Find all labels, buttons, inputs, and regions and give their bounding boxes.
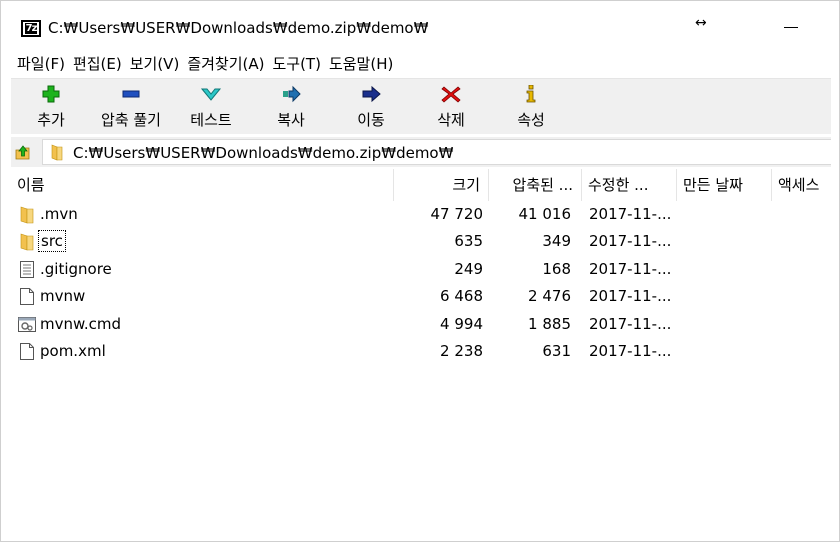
folder-icon <box>20 233 34 251</box>
folder-icon <box>20 206 34 224</box>
column-header-accessed[interactable]: 액세스 <box>772 169 831 201</box>
copy-label: 복사 <box>277 111 305 129</box>
copy-arrow-icon <box>283 85 301 103</box>
address-path: C:₩Users₩USER₩Downloads₩demo.zip₩demo₩ <box>73 144 454 162</box>
minus-icon <box>122 90 140 98</box>
info-icon <box>526 85 536 103</box>
delete-label: 삭제 <box>437 111 465 129</box>
file-list: .mvn 47 720 41 016 2017-11-... src 635 3… <box>11 201 831 365</box>
plus-icon <box>42 85 60 103</box>
file-size: 6 468 <box>440 287 483 306</box>
check-icon <box>200 88 222 101</box>
focused-file-name: src <box>38 230 66 253</box>
file-packed-size: 168 <box>542 259 571 278</box>
minimize-icon[interactable] <box>784 27 798 28</box>
table-row[interactable]: mvnw 6 468 2 476 2017-11-... <box>11 283 831 310</box>
file-name: .gitignore <box>40 259 112 278</box>
column-header-size[interactable]: 크기 <box>394 169 489 201</box>
menu-edit[interactable]: 편집(E) <box>69 51 126 77</box>
extract-label: 압축 풀기 <box>101 111 161 129</box>
folder-icon <box>51 144 63 161</box>
app-7zip-icon: 7z <box>21 20 41 37</box>
resize-icon[interactable]: ↔ <box>695 15 707 31</box>
file-packed-size: 1 885 <box>528 314 571 333</box>
move-button[interactable]: 이동 <box>331 79 411 135</box>
test-button[interactable]: 테스트 <box>171 79 251 135</box>
app-window: 7z C:₩Users₩USER₩Downloads₩demo.zip₩demo… <box>0 0 840 542</box>
file-packed-size: 2 476 <box>528 287 571 306</box>
table-row[interactable]: src 635 349 2017-11-... <box>11 228 831 255</box>
move-label: 이동 <box>357 111 385 129</box>
file-name: mvnw <box>40 287 86 306</box>
blank-file-icon <box>20 288 34 306</box>
text-file-icon <box>20 260 34 278</box>
list-header: 이름 크기 압축된 ... 수정한 ... 만든 날짜 액세스 <box>11 169 831 201</box>
delete-button[interactable]: 삭제 <box>411 79 491 135</box>
file-modified: 2017-11-... <box>589 232 672 251</box>
file-packed-size: 349 <box>542 232 571 251</box>
file-name: src <box>38 228 66 255</box>
file-size: 47 720 <box>430 205 484 223</box>
table-row[interactable]: .mvn 47 720 41 016 2017-11-... <box>11 201 831 228</box>
move-arrow-icon <box>362 85 381 103</box>
add-label: 추가 <box>37 111 65 129</box>
table-row[interactable]: mvnw.cmd 4 994 1 885 2017-11-... <box>11 311 831 338</box>
menu-bar: 파일(F) 편집(E) 보기(V) 즐겨찾기(A) 도구(T) 도움말(H) <box>1 51 397 77</box>
menu-view[interactable]: 보기(V) <box>126 51 184 77</box>
file-size: 249 <box>454 259 483 278</box>
file-size: 635 <box>454 232 483 251</box>
file-name: pom.xml <box>40 341 106 360</box>
file-packed-size: 41 016 <box>518 205 572 223</box>
properties-button[interactable]: 속성 <box>491 79 571 135</box>
menu-file[interactable]: 파일(F) <box>13 51 69 77</box>
file-modified: 2017-11-... <box>589 287 672 306</box>
menu-tools[interactable]: 도구(T) <box>268 51 324 77</box>
test-label: 테스트 <box>190 111 232 129</box>
table-row[interactable]: .gitignore 249 168 2017-11-... <box>11 256 831 283</box>
gear-file-icon <box>18 316 36 332</box>
delete-x-icon <box>441 86 461 103</box>
window-title: C:₩Users₩USER₩Downloads₩demo.zip₩demo₩ <box>48 19 429 37</box>
file-modified: 2017-11-... <box>589 205 672 223</box>
file-modified: 2017-11-... <box>589 341 672 360</box>
column-header-created[interactable]: 만든 날짜 <box>677 169 772 201</box>
address-bar: C:₩Users₩USER₩Downloads₩demo.zip₩demo₩ <box>11 137 831 167</box>
column-header-modified[interactable]: 수정한 ... <box>582 169 677 201</box>
file-modified: 2017-11-... <box>589 314 672 333</box>
address-input[interactable]: C:₩Users₩USER₩Downloads₩demo.zip₩demo₩ <box>42 139 831 165</box>
file-name: mvnw.cmd <box>40 314 122 333</box>
menu-help[interactable]: 도움말(H) <box>325 51 397 77</box>
file-size: 2 238 <box>440 341 483 360</box>
extract-button[interactable]: 압축 풀기 <box>91 79 171 135</box>
blank-file-icon <box>20 342 34 360</box>
title-bar: 7z C:₩Users₩USER₩Downloads₩demo.zip₩demo… <box>1 1 839 47</box>
menu-favorites[interactable]: 즐겨찾기(A) <box>183 51 268 77</box>
column-header-packed[interactable]: 압축된 ... <box>489 169 582 201</box>
file-packed-size: 631 <box>542 341 571 360</box>
add-button[interactable]: 추가 <box>11 79 91 135</box>
file-name: .mvn <box>40 205 78 223</box>
up-folder-icon[interactable] <box>13 142 33 162</box>
copy-button[interactable]: 복사 <box>251 79 331 135</box>
table-row[interactable]: pom.xml 2 238 631 2017-11-... <box>11 338 831 365</box>
file-modified: 2017-11-... <box>589 259 672 278</box>
properties-label: 속성 <box>517 111 545 129</box>
toolbar: 추가 압축 풀기 테스트 복사 이동 삭제 속성 <box>11 78 831 134</box>
file-size: 4 994 <box>440 314 483 333</box>
column-header-name[interactable]: 이름 <box>11 169 394 201</box>
